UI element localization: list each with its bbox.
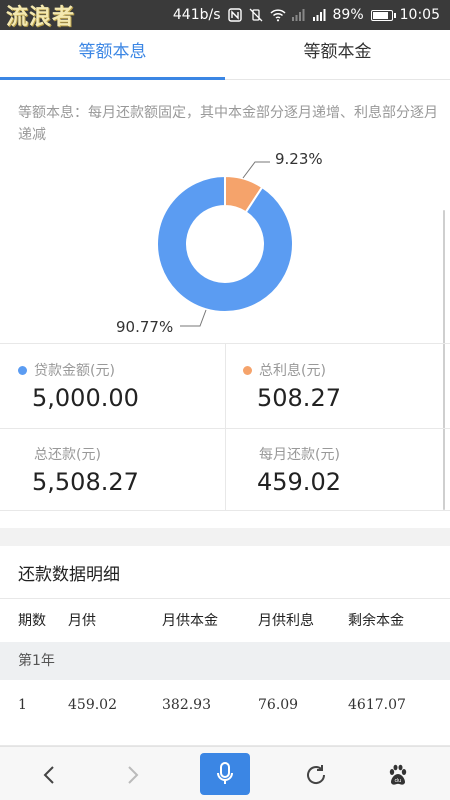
stat-total-repayment-label: 总还款(元) bbox=[18, 444, 101, 464]
tab-equal-principal[interactable]: 等额本金 bbox=[225, 30, 450, 79]
clock: 10:05 bbox=[399, 7, 440, 23]
nfc-icon bbox=[227, 8, 242, 22]
baidu-paw-icon[interactable]: du bbox=[378, 755, 418, 795]
column-header-principal: 月供本金 bbox=[162, 613, 218, 629]
loan-legend-dot bbox=[18, 365, 27, 375]
stat-monthly-payment: 每月还款(元) 459.02 bbox=[225, 428, 450, 512]
tab-bar: 等额本息 等额本金 bbox=[0, 30, 450, 80]
stat-total-repayment-value: 5,508.27 bbox=[32, 468, 139, 496]
cell-interest: 76.09 bbox=[258, 697, 299, 713]
status-bar: 流浪者 441b/s 89% 10:05 bbox=[0, 0, 450, 30]
signal-strong-icon bbox=[312, 8, 326, 22]
year-group-header[interactable]: 第1年 bbox=[0, 642, 450, 680]
stat-total-interest-label: 总利息(元) bbox=[243, 360, 326, 380]
stat-monthly-payment-label: 每月还款(元) bbox=[243, 444, 340, 464]
svg-text:du: du bbox=[395, 778, 402, 784]
battery-fill bbox=[372, 11, 388, 19]
column-header-remaining: 剩余本金 bbox=[348, 613, 404, 629]
spacer-dot bbox=[18, 450, 27, 459]
battery-percent: 89% bbox=[332, 7, 364, 23]
signal-weak-icon bbox=[291, 8, 305, 22]
column-header-monthly: 月供 bbox=[68, 613, 96, 629]
stat-loan-amount-label: 贷款金额(元) bbox=[18, 360, 115, 380]
donut-chart: 9.23% 90.77% bbox=[0, 140, 450, 350]
interest-percent-label: 9.23% bbox=[275, 150, 323, 168]
tab-equal-installment[interactable]: 等额本息 bbox=[0, 30, 225, 80]
stat-label-text: 贷款金额(元) bbox=[34, 363, 115, 379]
divider bbox=[0, 598, 450, 599]
stat-monthly-payment-value: 459.02 bbox=[257, 468, 341, 496]
cell-period: 1 bbox=[18, 697, 27, 713]
interest-leader-line bbox=[242, 161, 270, 179]
principal-percent-label: 90.77% bbox=[116, 318, 174, 336]
table-row: 1 459.02 382.93 76.09 4617.07 bbox=[0, 684, 450, 726]
browser-toolbar: du bbox=[0, 746, 450, 800]
stat-loan-amount-value: 5,000.00 bbox=[32, 384, 139, 412]
interest-legend-dot bbox=[243, 365, 252, 375]
back-icon[interactable] bbox=[30, 755, 70, 795]
status-indicators: 441b/s 89% 10:05 bbox=[173, 7, 440, 23]
stats-grid: 贷款金额(元) 5,000.00 总利息(元) 508.27 总还款(元) 5,… bbox=[0, 343, 450, 511]
voice-search-button[interactable] bbox=[200, 753, 250, 795]
principal-leader-line bbox=[180, 309, 207, 327]
cell-principal: 382.93 bbox=[162, 697, 211, 713]
donut-svg bbox=[156, 161, 294, 327]
detail-section-title: 还款数据明细 bbox=[18, 565, 120, 585]
stat-label-text: 总利息(元) bbox=[259, 363, 326, 379]
column-header-period: 期数 bbox=[18, 613, 46, 629]
stat-total-repayment: 总还款(元) 5,508.27 bbox=[0, 428, 225, 512]
vibrate-off-icon bbox=[249, 8, 263, 22]
column-header-interest: 月供利息 bbox=[258, 613, 314, 629]
spacer-dot bbox=[243, 450, 252, 459]
network-speed: 441b/s bbox=[172, 7, 221, 23]
wifi-icon bbox=[269, 8, 286, 22]
stat-total-interest-value: 508.27 bbox=[257, 384, 341, 412]
section-gap bbox=[0, 528, 450, 546]
cell-monthly: 459.02 bbox=[68, 697, 117, 713]
refresh-icon[interactable] bbox=[296, 755, 336, 795]
cell-remaining: 4617.07 bbox=[348, 697, 406, 713]
stat-label-text: 每月还款(元) bbox=[259, 447, 340, 463]
microphone-icon bbox=[217, 762, 233, 784]
slice-principal bbox=[156, 174, 294, 313]
stat-total-interest: 总利息(元) 508.27 bbox=[225, 344, 450, 428]
stat-label-text: 总还款(元) bbox=[34, 447, 101, 463]
watermark-logo: 流浪者 bbox=[6, 5, 76, 30]
table-header: 期数 月供 月供本金 月供利息 剩余本金 bbox=[0, 600, 450, 642]
battery-icon bbox=[370, 9, 396, 21]
stat-loan-amount: 贷款金额(元) 5,000.00 bbox=[0, 344, 225, 428]
forward-icon[interactable] bbox=[112, 755, 152, 795]
